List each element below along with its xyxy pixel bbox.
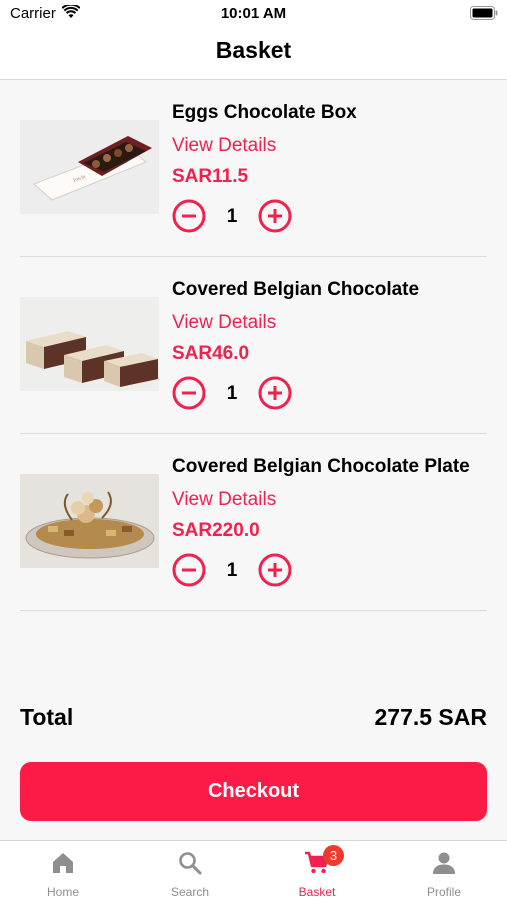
product-image [20,474,159,568]
increase-quantity-button[interactable] [258,376,292,410]
increase-quantity-button[interactable] [258,553,292,587]
quantity-value: 1 [226,560,238,581]
cart-count-badge: 3 [323,845,344,866]
quantity-value: 1 [226,383,238,404]
home-icon [53,853,73,873]
tab-label: Basket [298,885,336,899]
tab-profile[interactable]: Profile [381,841,507,900]
status-bar: Carrier 10:01 AM [0,0,507,28]
nav-bar: Basket [0,28,507,80]
tab-label: Search [170,885,210,899]
product-price: SAR220.0 [172,520,260,541]
product-price: SAR11.5 [172,166,249,187]
person-icon [433,852,455,874]
view-details-link[interactable]: View Details [172,312,276,334]
page-title: Basket [215,37,292,63]
total-label: Total [20,704,74,730]
tab-bar: Home Search 3 Basket Profile [0,840,507,900]
decrease-quantity-button[interactable] [172,553,206,587]
product-name: Eggs Chocolate Box [172,102,357,123]
total-value: 277.5 SAR [374,704,487,730]
product-image [20,297,159,391]
view-details-link[interactable]: View Details [172,489,276,511]
tab-home[interactable]: Home [0,841,126,900]
product-name: Covered Belgian Chocolate [172,279,420,300]
status-time: 10:01 AM [220,5,287,22]
battery-icon [470,6,498,20]
product-image: Patchi [20,120,159,214]
tab-label: Home [46,885,79,899]
total-row: Total 277.5 SAR [20,704,487,734]
tab-basket[interactable]: 3 Basket [254,841,380,900]
basket-item: Covered Belgian Chocolate View Details S… [20,257,487,434]
decrease-quantity-button[interactable] [172,199,206,233]
quantity-value: 1 [226,206,238,227]
basket-item: Covered Belgian Chocolate Plate View Det… [20,434,487,611]
increase-quantity-button[interactable] [258,199,292,233]
decrease-quantity-button[interactable] [172,376,206,410]
product-name: Covered Belgian Chocolate Plate [172,456,470,477]
search-icon [179,852,202,875]
basket-item: Patchi Eggs Chocolate Box View Details S… [20,80,487,257]
tab-search[interactable]: Search [127,841,253,900]
view-details-link[interactable]: View Details [172,135,276,157]
tab-label: Profile [426,885,461,899]
checkout-button[interactable]: Checkout [20,762,487,821]
product-price: SAR46.0 [172,343,250,364]
